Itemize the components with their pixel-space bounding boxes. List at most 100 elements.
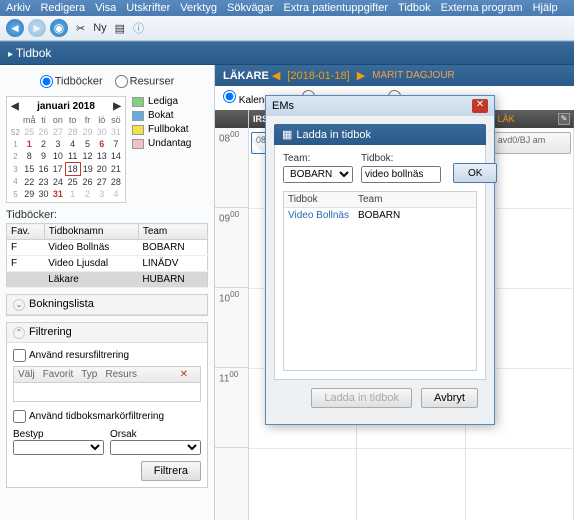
ladda-button: Ladda in tidbok	[311, 388, 412, 408]
chevron-down-icon[interactable]: ⌄	[13, 299, 25, 311]
cal-day[interactable]: 29	[80, 126, 95, 138]
menu-utskrifter[interactable]: Utskrifter	[126, 2, 170, 14]
date-prev-icon[interactable]: ◀	[272, 69, 280, 82]
cal-day[interactable]: 29	[22, 188, 37, 200]
cal-day[interactable]: 5	[80, 138, 95, 150]
cal-day[interactable]: 22	[22, 176, 37, 189]
filtrera-button[interactable]: Filtrera	[141, 461, 201, 481]
cal-day[interactable]: 4	[65, 138, 80, 150]
cal-day[interactable]: 26	[80, 176, 95, 189]
load-tidbok-dialog: EMs ✕ ▦Ladda in tidbok Team:BOBARN Tidbo…	[265, 95, 495, 425]
menu-externa program[interactable]: Externa program	[441, 2, 523, 14]
cal-day[interactable]: 7	[109, 138, 123, 150]
edit-icon[interactable]: ✎	[558, 113, 570, 125]
cal-day[interactable]: 3	[51, 138, 66, 150]
date-next-icon[interactable]: ▶	[357, 69, 365, 82]
new-label[interactable]: Ny	[93, 22, 106, 34]
ok-button[interactable]: OK	[453, 163, 497, 183]
cal-prev-icon[interactable]: ◀	[11, 101, 19, 112]
tidboksfilt-checkbox[interactable]: Använd tidboksmarkörfiltrering	[13, 411, 164, 422]
cut-icon: ✂	[76, 22, 85, 35]
cal-day[interactable]: 19	[80, 163, 95, 176]
tidbok-input[interactable]	[361, 166, 441, 183]
cal-day[interactable]: 18	[65, 163, 80, 176]
delete-icon[interactable]: ✕	[180, 369, 188, 380]
menubar: Arkiv Redigera Visa Utskrifter Verktyg Sökväg…	[0, 0, 574, 16]
cal-day[interactable]: 6	[95, 138, 109, 150]
cal-day[interactable]: 1	[65, 188, 80, 200]
cal-day[interactable]: 30	[95, 126, 109, 138]
cal-day[interactable]: 10	[51, 150, 66, 163]
resursfilt-checkbox[interactable]: Använd resursfiltrering	[13, 350, 129, 361]
time-label: 1000	[215, 288, 248, 368]
menu-sökvägar[interactable]: Sökvägar	[227, 2, 273, 14]
cal-day[interactable]: 21	[109, 163, 123, 176]
globe-icon[interactable]: ◉	[50, 19, 68, 37]
cal-day[interactable]: 25	[65, 176, 80, 189]
cal-day[interactable]: 14	[109, 150, 123, 163]
cal-day[interactable]: 3	[95, 188, 109, 200]
cal-day[interactable]: 23	[37, 176, 51, 189]
menu-arkiv[interactable]: Arkiv	[6, 2, 30, 14]
cal-day[interactable]: 12	[80, 150, 95, 163]
calendar[interactable]: ◀ januari 2018 ▶ måtiontofrlösö522526272…	[6, 96, 126, 203]
bokningslista-panel[interactable]: ⌄Bokningslista	[6, 294, 208, 316]
cal-day[interactable]: 15	[22, 163, 37, 176]
orsak-select[interactable]	[110, 440, 201, 455]
table-row[interactable]: FVideo LjusdalLINÄDV	[7, 256, 208, 272]
cal-day[interactable]: 31	[109, 126, 123, 138]
table-row[interactable]: FVideo BollnäsBOBARN	[7, 240, 208, 256]
cal-day[interactable]: 11	[65, 150, 80, 163]
info-icon[interactable]: ⓘ	[133, 20, 144, 36]
tidbok-result-list[interactable]: TidbokTeam Video BollnäsBOBARN	[283, 191, 477, 371]
resurs-filter-grid: VäljFavoritTypResurs ✕	[13, 366, 201, 402]
cal-day[interactable]: 20	[95, 163, 109, 176]
cal-next-icon[interactable]: ▶	[113, 101, 121, 112]
cal-day[interactable]: 30	[37, 188, 51, 200]
avbryt-button[interactable]: Avbryt	[421, 388, 478, 408]
cal-day[interactable]: 1	[22, 138, 37, 150]
legend-item: Undantag	[132, 138, 208, 149]
cal-day[interactable]: 4	[109, 188, 123, 200]
legend-item: Lediga	[132, 96, 208, 107]
cal-day[interactable]: 28	[109, 176, 123, 189]
time-label: 0800	[215, 128, 248, 208]
cal-day[interactable]: 16	[37, 163, 51, 176]
cal-day[interactable]: 26	[37, 126, 51, 138]
menu-verktyg[interactable]: Verktyg	[180, 2, 217, 14]
cal-day[interactable]: 2	[37, 138, 51, 150]
cal-day[interactable]: 27	[51, 126, 66, 138]
chevron-up-icon[interactable]: ⌃	[13, 327, 25, 339]
cal-day[interactable]: 25	[22, 126, 37, 138]
tidbok-table[interactable]: Fav.TidboknamnTeamFVideo BollnäsBOBARNFV…	[6, 223, 208, 288]
bestyp-label: Bestyp	[13, 429, 44, 440]
menu-redigera[interactable]: Redigera	[40, 2, 85, 14]
menu-hjälp[interactable]: Hjälp	[533, 2, 558, 14]
team-select[interactable]: BOBARN	[283, 166, 353, 183]
table-row[interactable]: LäkareHUBARN	[7, 272, 208, 288]
cal-day[interactable]: 28	[65, 126, 80, 138]
bestyp-select[interactable]	[13, 440, 104, 455]
time-labels: 0800090010001100	[215, 128, 249, 520]
close-icon[interactable]: ✕	[472, 99, 488, 113]
cal-day[interactable]: 27	[95, 176, 109, 189]
doc-icon[interactable]: ▤	[115, 22, 125, 35]
cal-day[interactable]: 17	[51, 163, 66, 176]
left-panel: Tidböcker Resurser ◀ januari 2018 ▶ måti…	[0, 65, 215, 520]
cal-day[interactable]: 13	[95, 150, 109, 163]
cal-day[interactable]: 9	[37, 150, 51, 163]
lakare-date[interactable]: [2018-01-18]	[287, 70, 349, 82]
list-item[interactable]: Video BollnäsBOBARN	[284, 208, 476, 223]
cal-month: januari 2018	[37, 101, 95, 112]
radio-resurser[interactable]: Resurser	[115, 75, 175, 88]
cal-day[interactable]: 2	[80, 188, 95, 200]
nav-back-icon[interactable]: ◄	[6, 19, 24, 37]
radio-tidbocker[interactable]: Tidböcker	[40, 75, 103, 88]
menu-visa[interactable]: Visa	[95, 2, 116, 14]
cal-day[interactable]: 31	[51, 188, 66, 200]
menu-tidbok[interactable]: Tidbok	[398, 2, 431, 14]
cal-day[interactable]: 24	[51, 176, 66, 189]
time-label: 0900	[215, 208, 248, 288]
menu-extra patientuppgifter[interactable]: Extra patientuppgifter	[283, 2, 388, 14]
cal-day[interactable]: 8	[22, 150, 37, 163]
